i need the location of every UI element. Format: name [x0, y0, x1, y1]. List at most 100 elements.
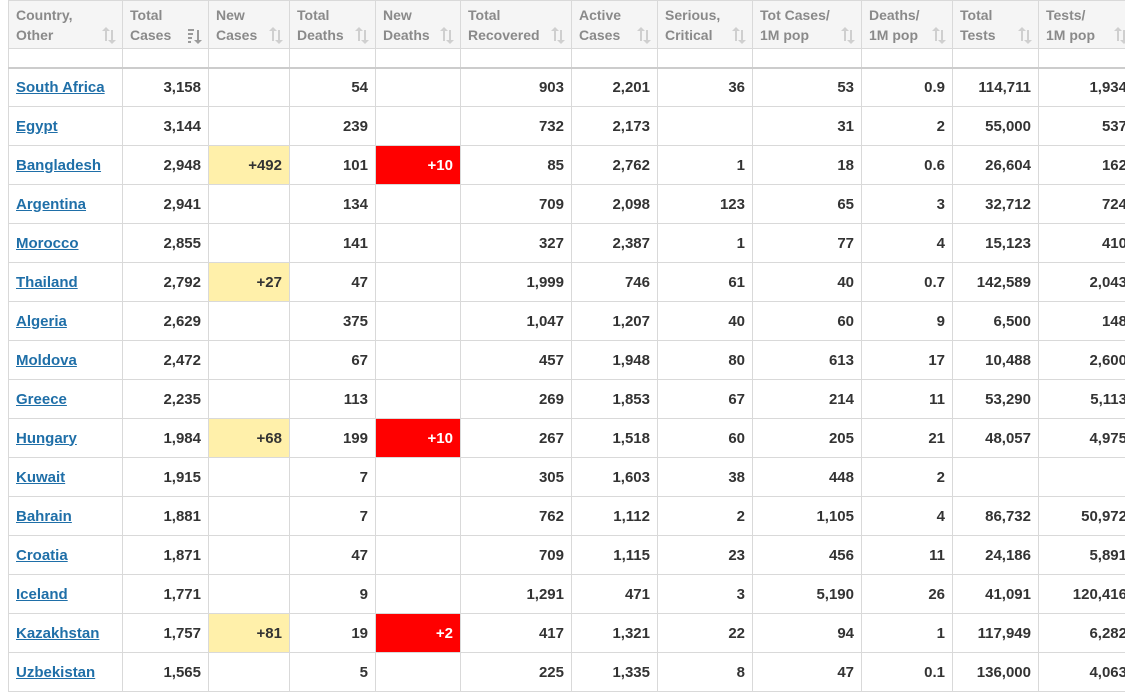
cell-total-cases: 1,915 [122, 457, 209, 497]
column-header-tests-1m[interactable]: Tests/1M pop [1038, 0, 1131, 49]
cell-serious-critical: 38 [657, 457, 753, 497]
cell-tot-cases-1m: 47 [752, 652, 862, 692]
cell-country: Bahrain [8, 496, 123, 536]
country-link[interactable]: Algeria [16, 313, 67, 330]
column-header-total-tests[interactable]: Total Tests [952, 0, 1039, 49]
cell-country: Algeria [8, 301, 123, 341]
table-row: Algeria 2,629 375 1,047 1,207 40 60 9 6,500 148 [8, 301, 1131, 341]
country-link[interactable]: Moldova [16, 352, 77, 369]
country-link[interactable]: Kuwait [16, 469, 65, 486]
cell-tests-1m: 537 [1038, 106, 1131, 146]
cell-total-cases: 3,158 [122, 67, 209, 107]
cell-country: Kazakhstan [8, 613, 123, 653]
column-header-total-deaths[interactable]: Total Deaths [289, 0, 376, 49]
sort-icon[interactable] [440, 27, 454, 44]
country-link[interactable]: Egypt [16, 118, 58, 135]
cell-total-recovered: 327 [460, 223, 572, 263]
cell-deaths-1m: 26 [861, 574, 953, 614]
sort-icon[interactable] [1018, 27, 1032, 44]
cell-active-cases: 1,603 [571, 457, 658, 497]
cell-new-deaths [375, 106, 461, 146]
cell-new-deaths: +10 [375, 145, 461, 185]
cell-deaths-1m: 1 [861, 613, 953, 653]
country-link[interactable]: Kazakhstan [16, 625, 99, 642]
column-header-label: Tot Cases/ [760, 7, 830, 23]
column-header-label: Total [960, 7, 993, 23]
column-header-country[interactable]: Country, Other [8, 0, 123, 49]
cell-active-cases: 1,112 [571, 496, 658, 536]
column-header-active-cases[interactable]: Active Cases [571, 0, 658, 49]
cell-tests-1m: 1,934 [1038, 67, 1131, 107]
cell-tests-1m: 724 [1038, 184, 1131, 224]
country-link[interactable]: Hungary [16, 430, 77, 447]
sort-icon[interactable] [932, 27, 946, 44]
cell-new-deaths [375, 652, 461, 692]
cell-tot-cases-1m: 60 [752, 301, 862, 341]
cell-total-cases: 1,757 [122, 613, 209, 653]
cell-tests-1m: 162 [1038, 145, 1131, 185]
cell-tests-1m: 6,282 [1038, 613, 1131, 653]
cell-total-cases: 1,871 [122, 535, 209, 575]
cell-tot-cases-1m: 1,105 [752, 496, 862, 536]
sort-icon[interactable] [732, 27, 746, 44]
cell-deaths-1m: 4 [861, 223, 953, 263]
column-header-new-cases[interactable]: New Cases [208, 0, 290, 49]
cell-total-recovered: 225 [460, 652, 572, 692]
cell-total-recovered: 1,047 [460, 301, 572, 341]
column-header-label: Recovered [468, 27, 540, 43]
cell-tests-1m: 5,891 [1038, 535, 1131, 575]
cell-country: Croatia [8, 535, 123, 575]
column-header-label: Total [468, 7, 501, 23]
column-header-tot-cases-1m[interactable]: Tot Cases/1M pop [752, 0, 862, 49]
cell-serious-critical: 22 [657, 613, 753, 653]
country-link[interactable]: Croatia [16, 547, 68, 564]
table-row: Uzbekistan 1,565 5 225 1,335 8 47 0.1 136,000 4,0… [8, 652, 1131, 692]
cell-total-tests: 15,123 [952, 223, 1039, 263]
country-link[interactable]: Bahrain [16, 508, 72, 525]
cell-active-cases: 471 [571, 574, 658, 614]
cell-new-deaths [375, 379, 461, 419]
sort-descending-icon[interactable] [188, 28, 202, 44]
column-header-deaths-1m[interactable]: Deaths/1M pop [861, 0, 953, 49]
column-header-serious-critical[interactable]: Serious, Critical [657, 0, 753, 49]
cell-deaths-1m: 3 [861, 184, 953, 224]
country-link[interactable]: Uzbekistan [16, 664, 95, 681]
country-link[interactable]: Thailand [16, 274, 78, 291]
cell-total-deaths: 113 [289, 379, 376, 419]
country-link[interactable]: Bangladesh [16, 157, 101, 174]
cell-new-cases [208, 340, 290, 380]
column-header-new-deaths[interactable]: New Deaths [375, 0, 461, 49]
country-link[interactable]: Iceland [16, 586, 68, 603]
cell-total-recovered: 1,999 [460, 262, 572, 302]
cell-tests-1m: 5,113 [1038, 379, 1131, 419]
cell-total-tests: 136,000 [952, 652, 1039, 692]
sort-icon[interactable] [269, 27, 283, 44]
sort-icon[interactable] [841, 27, 855, 44]
cell-tot-cases-1m: 456 [752, 535, 862, 575]
cell-new-deaths [375, 574, 461, 614]
cell-tot-cases-1m: 613 [752, 340, 862, 380]
cell-total-tests: 26,604 [952, 145, 1039, 185]
table-row: Bangladesh 2,948 +492 101 +10 85 2,762 1 18 0.6 26… [8, 145, 1131, 185]
country-link[interactable]: Argentina [16, 196, 86, 213]
column-header-total-cases[interactable]: Total Cases [122, 0, 209, 49]
cell-tests-1m: 120,416 [1038, 574, 1131, 614]
cell-active-cases: 2,201 [571, 67, 658, 107]
column-header-total-recovered[interactable]: Total Recovered [460, 0, 572, 49]
cell-active-cases: 746 [571, 262, 658, 302]
cell-total-tests: 53,290 [952, 379, 1039, 419]
country-link[interactable]: Morocco [16, 235, 79, 252]
cell-country: Thailand [8, 262, 123, 302]
cell-deaths-1m: 4 [861, 496, 953, 536]
sort-icon[interactable] [102, 27, 116, 44]
country-link[interactable]: Greece [16, 391, 67, 408]
cell-new-deaths [375, 535, 461, 575]
sort-icon[interactable] [551, 27, 565, 44]
sort-icon[interactable] [355, 27, 369, 44]
cell-serious-critical: 3 [657, 574, 753, 614]
table-row: Bahrain 1,881 7 762 1,112 2 1,105 4 86,732 50,972 [8, 496, 1131, 536]
cell-country: Moldova [8, 340, 123, 380]
cell-deaths-1m: 17 [861, 340, 953, 380]
sort-icon[interactable] [637, 27, 651, 44]
country-link[interactable]: South Africa [16, 79, 105, 96]
